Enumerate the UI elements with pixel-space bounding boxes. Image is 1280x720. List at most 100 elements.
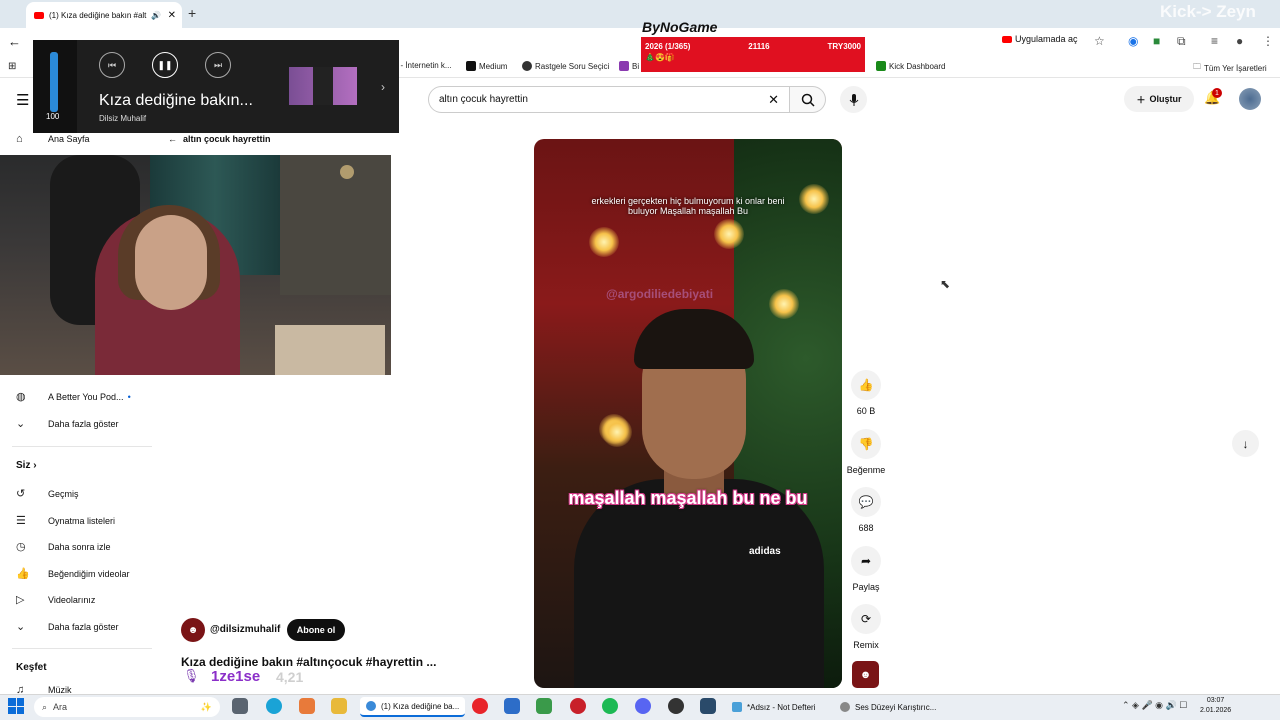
like-button[interactable]: 👍 60 B bbox=[845, 370, 887, 416]
bookmark-kick-dashboard[interactable]: Kick Dashboard bbox=[876, 61, 945, 71]
chevron-down-icon: ⌄ bbox=[16, 418, 26, 430]
share-button[interactable]: ➦ Paylaş bbox=[845, 546, 887, 592]
bookmark-icon bbox=[619, 61, 629, 71]
sidebar-divider bbox=[12, 648, 152, 649]
search-icon: ⌕ bbox=[42, 701, 48, 712]
back-to-results[interactable]: ← altın çocuk hayrettin bbox=[168, 134, 271, 144]
system-tray[interactable]: ⌃ ◈ 🎤 ◉ 🔊 ☐ bbox=[1122, 700, 1187, 711]
chevron-right-icon[interactable]: › bbox=[381, 80, 385, 94]
plus-icon: ＋ bbox=[1136, 94, 1146, 105]
sidebar-item-home[interactable]: ⌂ Ana Sayfa bbox=[16, 133, 90, 145]
bookmark-all[interactable]: 🗀 Tüm Yer İşaretleri bbox=[1193, 61, 1267, 75]
sidebar-item-watch-later[interactable]: ◷ Daha sonra izle bbox=[16, 540, 111, 553]
search-icon bbox=[801, 93, 815, 107]
sidebar-item-your-videos[interactable]: ▷ Videolarınız bbox=[16, 593, 95, 606]
store-icon[interactable] bbox=[536, 698, 552, 714]
previous-track-icon[interactable]: ⏮ bbox=[99, 52, 125, 78]
stream-overlay-tag-faded: 4,21 bbox=[276, 669, 304, 685]
short-video-player[interactable]: adidas erkekleri gerçekten hiç bulmuyoru… bbox=[534, 139, 842, 688]
browser-tab-active[interactable]: (1) Kıza dediğine bakın #alt 🔊 ✕ bbox=[26, 2, 182, 28]
youtube-favicon-icon bbox=[34, 11, 44, 19]
open-in-app-button[interactable]: Uygulamada aç bbox=[1002, 34, 1078, 44]
windows-start-icon[interactable] bbox=[8, 698, 24, 714]
next-track-icon[interactable]: ⏭ bbox=[205, 52, 231, 78]
thumbs-down-icon: 👎 bbox=[851, 429, 881, 459]
voice-search-button[interactable] bbox=[840, 86, 867, 113]
menu-icon[interactable]: ⋮ bbox=[1262, 34, 1274, 48]
bookmark-item[interactable]: t - İnternetin k... bbox=[396, 61, 452, 70]
kick-watermark: Kick-> Zeyn bbox=[1160, 2, 1256, 21]
next-video-button[interactable]: ↓ bbox=[1232, 430, 1259, 457]
browser-back-icon[interactable]: ← bbox=[8, 34, 21, 49]
notification-badge: 1 bbox=[1212, 88, 1222, 98]
sidebar-item-playlists[interactable]: ☰ Oynatma listeleri bbox=[16, 514, 115, 527]
hamburger-menu-icon[interactable]: ☰ bbox=[16, 91, 29, 109]
obs-icon[interactable] bbox=[668, 698, 684, 714]
copilot-icon[interactable] bbox=[299, 698, 315, 714]
edge-icon[interactable] bbox=[266, 698, 282, 714]
sidebar-section-explore: Keşfet bbox=[16, 662, 47, 673]
clear-search-icon[interactable]: ✕ bbox=[768, 92, 779, 108]
discord-icon[interactable] bbox=[635, 698, 651, 714]
channel-avatar-small[interactable]: ☻ bbox=[181, 618, 205, 642]
search-input[interactable]: altın çocuk hayrettin ✕ bbox=[428, 86, 790, 113]
notepad-icon bbox=[732, 702, 742, 712]
folder-icon: 🗀 bbox=[1193, 62, 1201, 71]
medium-icon bbox=[466, 61, 476, 71]
remix-button[interactable]: ⟳ Remix bbox=[845, 604, 887, 650]
chevron-down-icon: ⌄ bbox=[16, 621, 26, 633]
sidebar-show-more-1[interactable]: ⌄ Daha fazla göster bbox=[16, 417, 119, 430]
new-tab-button[interactable]: + bbox=[188, 5, 196, 21]
audio-icon[interactable]: 🔊 bbox=[151, 11, 161, 20]
remix-icon: ⟳ bbox=[851, 604, 881, 634]
sidebar-section-you[interactable]: Siz › bbox=[16, 460, 37, 471]
volume-slider[interactable] bbox=[50, 52, 58, 112]
channel-name[interactable]: @dilsizmuhalif bbox=[210, 624, 280, 635]
volume-fill bbox=[50, 52, 58, 112]
bookmark-medium[interactable]: Medium bbox=[466, 61, 507, 71]
outlook-icon[interactable] bbox=[504, 698, 520, 714]
taskbar-search[interactable]: ⌕ Ara ✨ bbox=[34, 697, 220, 717]
taskbar-app-chrome[interactable]: (1) Kıza dediğine ba... bbox=[360, 697, 466, 717]
tab-title: (1) Kıza dediğine bakın #alt bbox=[49, 10, 147, 20]
spotify-icon[interactable] bbox=[602, 698, 618, 714]
create-button[interactable]: ＋ Oluştur bbox=[1124, 86, 1194, 112]
sidebar-item-liked-videos[interactable]: 👍 Beğendiğim videolar bbox=[16, 567, 130, 580]
youtube-music-icon[interactable] bbox=[472, 698, 488, 714]
pause-icon[interactable]: ❚❚ bbox=[152, 52, 178, 78]
dislike-button[interactable]: 👎 Beğenme bbox=[845, 429, 887, 475]
reading-list-icon[interactable]: ≡ bbox=[1211, 34, 1218, 48]
comments-button[interactable]: 💬 688 bbox=[845, 487, 887, 533]
puzzle-icon[interactable]: ⧉ bbox=[1177, 34, 1186, 49]
sidebar-subscription-item[interactable]: ◍ A Better You Pod... • bbox=[16, 390, 131, 403]
profile-icon[interactable]: ● bbox=[1236, 34, 1243, 48]
bynogame-logo: ByNoGame bbox=[642, 19, 718, 35]
taskbar-clock[interactable]: 03:07 2.01.2026 bbox=[1200, 696, 1231, 716]
video-title[interactable]: Kıza dediğine bakın #altınçocuk #hayrett… bbox=[181, 655, 436, 669]
close-tab-icon[interactable]: ✕ bbox=[168, 10, 176, 21]
star-icon[interactable]: ☆ bbox=[1094, 34, 1105, 48]
thumbs-up-icon: 👍 bbox=[851, 370, 881, 400]
sidebar-item-history[interactable]: ↺ Geçmiş bbox=[16, 487, 79, 500]
comment-icon: 💬 bbox=[851, 487, 881, 517]
history-icon: ↺ bbox=[16, 488, 26, 500]
file-explorer-icon[interactable] bbox=[331, 698, 347, 714]
taskbar-app-volume-mixer[interactable]: Ses Düzeyi Karıştırıc... bbox=[834, 697, 942, 717]
bookmark-bi[interactable]: Bi bbox=[619, 61, 639, 71]
taskbar-app-notepad[interactable]: *Adsız - Not Defteri bbox=[726, 697, 821, 717]
sidebar-show-more-2[interactable]: ⌄ Daha fazla göster bbox=[16, 620, 119, 633]
bookmark-rastgele[interactable]: Rastgele Soru Seçici bbox=[522, 61, 609, 71]
account-avatar[interactable] bbox=[1239, 88, 1261, 110]
read-aloud-icon[interactable]: ◉ bbox=[1128, 34, 1138, 48]
task-view-icon[interactable] bbox=[232, 698, 248, 714]
sidebar-divider bbox=[12, 446, 152, 447]
mouse-cursor-icon: ⬉ bbox=[940, 277, 951, 291]
app-icon[interactable] bbox=[700, 698, 716, 714]
channel-avatar[interactable]: ☻ bbox=[852, 661, 879, 688]
globe-icon bbox=[522, 61, 532, 71]
extension-icon[interactable]: ■ bbox=[1153, 34, 1160, 48]
apps-grid-icon[interactable]: ⊞ bbox=[8, 61, 16, 72]
subscribe-button[interactable]: Abone ol bbox=[287, 619, 345, 641]
opera-icon[interactable] bbox=[570, 698, 586, 714]
search-button[interactable] bbox=[790, 86, 826, 113]
